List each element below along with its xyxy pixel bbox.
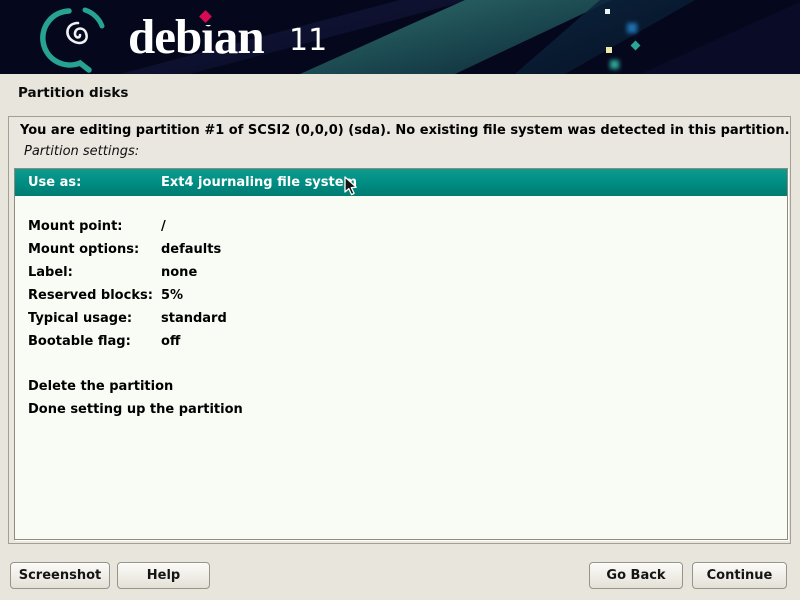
setting-value: / (161, 219, 166, 234)
setting-row[interactable]: Mount options:defaults (15, 238, 787, 261)
setting-value: defaults (161, 242, 221, 257)
debian-swirl-icon (40, 3, 116, 73)
brand-text: debian (128, 2, 264, 72)
help-button[interactable]: Help (117, 562, 210, 589)
page-title: Partition disks (18, 85, 128, 101)
setting-row[interactable]: Mount point:/ (15, 215, 787, 238)
setting-row[interactable]: Bootable flag:off (15, 330, 787, 353)
partition-panel: You are editing partition #1 of SCSI2 (0… (8, 116, 791, 544)
setting-row[interactable]: Use as:Ext4 journaling file system (15, 169, 787, 196)
partition-message: You are editing partition #1 of SCSI2 (0… (20, 123, 790, 138)
setting-label: Use as: (15, 175, 161, 190)
continue-button[interactable]: Continue (692, 562, 787, 589)
partition-settings-list[interactable]: Use as:Ext4 journaling file system Mount … (14, 168, 788, 540)
spacer-row (15, 353, 787, 375)
setting-action-row[interactable]: Delete the partition (15, 375, 787, 398)
banner: debian 11 (0, 0, 800, 74)
header-strip: Partition disks (0, 74, 800, 116)
brand-wordmark: debian (128, 9, 264, 64)
spacer-row (15, 196, 787, 215)
banner-decoration (0, 0, 800, 74)
setting-value: standard (161, 311, 227, 326)
setting-value: Ext4 journaling file system (161, 175, 357, 190)
setting-label: Label: (15, 265, 161, 280)
setting-row[interactable]: Reserved blocks:5% (15, 284, 787, 307)
screenshot-button[interactable]: Screenshot (10, 562, 110, 589)
setting-label: Reserved blocks: (15, 288, 161, 303)
go-back-button[interactable]: Go Back (589, 562, 683, 589)
setting-value: none (161, 265, 197, 280)
setting-row[interactable]: Label:none (15, 261, 787, 284)
version-text: 11 (289, 0, 327, 74)
setting-action-row[interactable]: Done setting up the partition (15, 398, 787, 421)
setting-label: Mount options: (15, 242, 161, 257)
setting-value: 5% (161, 288, 183, 303)
setting-value: off (161, 334, 180, 349)
setting-label: Delete the partition (15, 379, 161, 394)
setting-label: Bootable flag: (15, 334, 161, 349)
setting-row[interactable]: Typical usage:standard (15, 307, 787, 330)
partition-settings-caption: Partition settings: (24, 144, 139, 159)
setting-label: Done setting up the partition (15, 402, 161, 417)
setting-label: Mount point: (15, 219, 161, 234)
setting-label: Typical usage: (15, 311, 161, 326)
